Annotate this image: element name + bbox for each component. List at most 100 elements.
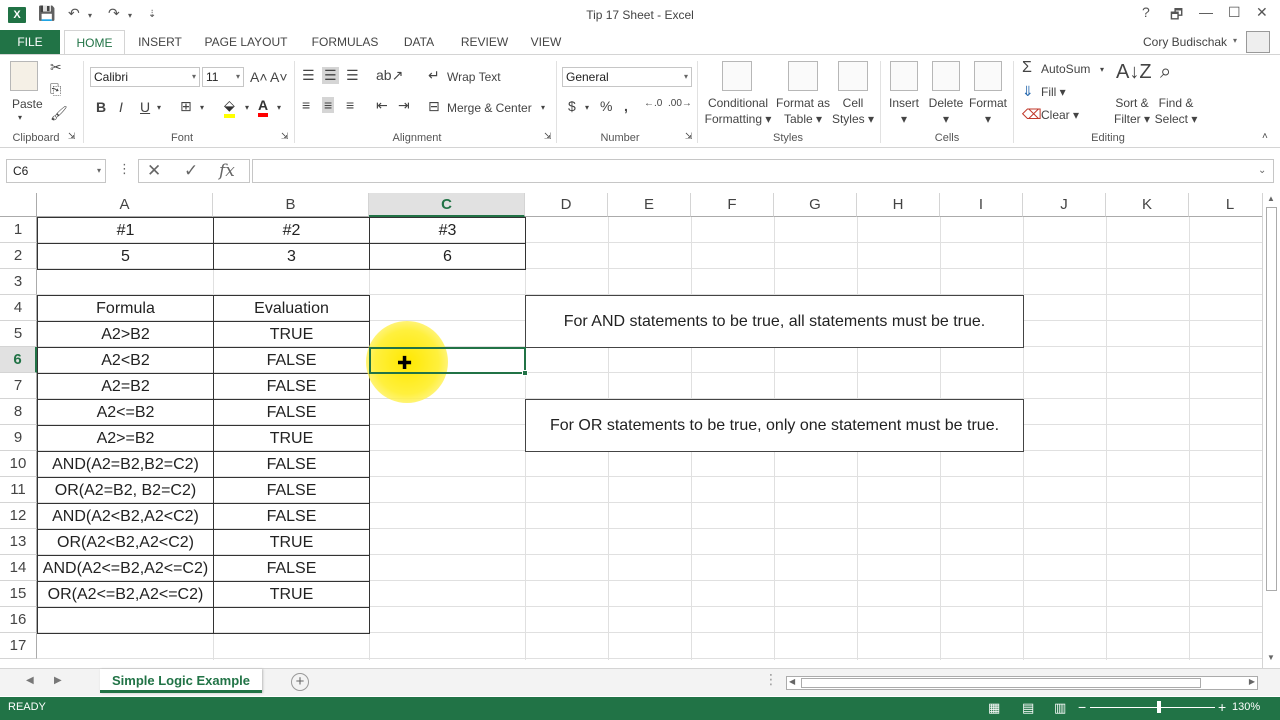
column-header[interactable]: A xyxy=(37,193,213,217)
paste-icon[interactable] xyxy=(10,61,38,91)
borders-dropdown-icon[interactable]: ▾ xyxy=(200,103,204,112)
alignment-launcher-icon[interactable]: ⇲ xyxy=(544,131,552,142)
cut-icon[interactable]: ✂ xyxy=(50,59,62,76)
eraser-icon[interactable]: ⌫ xyxy=(1022,106,1042,123)
table-row-formula[interactable]: AND(A2=B2,B2=C2) xyxy=(37,451,214,478)
autosum-icon[interactable]: Σ xyxy=(1022,59,1032,77)
sort-filter-button[interactable]: Sort & Filter ▾ xyxy=(1110,95,1154,127)
enter-icon[interactable]: ✓ xyxy=(184,161,198,181)
next-sheet-icon[interactable]: ▶ xyxy=(54,675,62,686)
formula-bar-drag-icon[interactable]: ⋮ xyxy=(118,161,131,177)
font-color-icon[interactable]: A xyxy=(258,97,269,117)
and-note-box[interactable]: For AND statements to be true, all state… xyxy=(525,295,1024,348)
row-header[interactable]: 7 xyxy=(0,373,37,399)
bottom-align-icon[interactable]: ☰ xyxy=(346,67,359,84)
fill-button[interactable]: Fill ▾ xyxy=(1041,85,1066,99)
table-row-formula[interactable]: OR(A2<B2,A2<C2) xyxy=(37,529,214,556)
middle-align-icon[interactable]: ☰ xyxy=(322,67,339,84)
column-header[interactable]: K xyxy=(1106,193,1189,217)
tab-data[interactable]: DATA xyxy=(398,30,440,54)
maximize-icon[interactable]: ☐ xyxy=(1228,4,1241,21)
row-header[interactable]: 13 xyxy=(0,529,37,555)
decrease-font-icon[interactable]: A˅ xyxy=(270,69,288,85)
column-header[interactable]: F xyxy=(691,193,774,217)
row-header[interactable]: 12 xyxy=(0,503,37,529)
zoom-in-icon[interactable]: + xyxy=(1218,699,1226,715)
insert-cells-button[interactable]: Insert ▾ xyxy=(884,95,924,127)
table-row-evaluation[interactable]: FALSE xyxy=(213,399,370,426)
cell-c2[interactable]: 6 xyxy=(369,243,526,270)
help-icon[interactable]: ? xyxy=(1142,4,1150,20)
cell-a1[interactable]: #1 xyxy=(37,217,214,244)
close-icon[interactable]: ✕ xyxy=(1256,4,1268,21)
merge-center-icon[interactable]: ⊟ xyxy=(428,98,440,115)
column-header[interactable]: L xyxy=(1189,193,1262,217)
collapse-ribbon-icon[interactable]: ˄ xyxy=(1262,131,1268,142)
number-launcher-icon[interactable]: ⇲ xyxy=(685,131,693,142)
row-header[interactable]: 3 xyxy=(0,269,37,295)
table-row-evaluation[interactable]: TRUE xyxy=(213,321,370,348)
prev-sheet-icon[interactable]: ◀ xyxy=(26,675,34,686)
minimize-icon[interactable]: — xyxy=(1199,4,1213,20)
fill-handle[interactable] xyxy=(522,370,528,376)
currency-dropdown-icon[interactable]: ▾ xyxy=(585,103,589,112)
row-header[interactable]: 4 xyxy=(0,295,37,321)
table-row-formula[interactable]: A2<B2 xyxy=(37,347,214,374)
tab-formulas[interactable]: FORMULAS xyxy=(308,30,382,54)
tab-file[interactable]: FILE xyxy=(0,30,60,54)
borders-icon[interactable]: ⊞ xyxy=(180,98,192,115)
cell-b1[interactable]: #2 xyxy=(213,217,370,244)
paste-button[interactable]: Paste xyxy=(12,97,43,111)
font-color-dropdown-icon[interactable]: ▾ xyxy=(277,103,281,112)
sort-filter-icon[interactable]: A↓Z xyxy=(1116,61,1152,84)
add-sheet-icon[interactable]: + xyxy=(291,673,309,691)
row-header[interactable]: 11 xyxy=(0,477,37,503)
avatar[interactable] xyxy=(1246,31,1270,53)
table-row-evaluation[interactable]: FALSE xyxy=(213,555,370,582)
table-row-evaluation[interactable]: FALSE xyxy=(213,347,370,374)
top-align-icon[interactable]: ☰ xyxy=(302,67,315,84)
decrease-indent-icon[interactable]: ⇤ xyxy=(376,97,388,114)
zoom-slider-knob[interactable] xyxy=(1157,701,1161,713)
name-box[interactable]: C6 ▾ xyxy=(6,159,106,183)
insert-function-icon[interactable]: fx xyxy=(219,161,235,181)
percent-icon[interactable]: % xyxy=(600,98,612,114)
align-left-icon[interactable]: ≡ xyxy=(302,97,310,113)
merge-dropdown-icon[interactable]: ▾ xyxy=(541,103,545,112)
row-header[interactable]: 2 xyxy=(0,243,37,269)
find-select-button[interactable]: Find & Select ▾ xyxy=(1152,95,1200,127)
table-row-formula[interactable]: OR(A2=B2, B2=C2) xyxy=(37,477,214,504)
scroll-right-icon[interactable]: ▶ xyxy=(1249,677,1255,686)
cell-styles-button[interactable]: Cell Styles ▾ xyxy=(828,95,878,127)
vertical-scroll-thumb[interactable] xyxy=(1266,207,1277,591)
row-header[interactable]: 17 xyxy=(0,633,37,659)
cancel-icon[interactable]: ✕ xyxy=(147,161,161,181)
column-header-selected[interactable]: C xyxy=(369,193,525,217)
format-painter-icon[interactable]: 🖌 xyxy=(50,105,68,122)
table-row-formula[interactable]: OR(A2<=B2,A2<=C2) xyxy=(37,581,214,608)
column-header[interactable]: G xyxy=(774,193,857,217)
wrap-text-icon[interactable]: ↵ xyxy=(428,67,440,84)
cell-c1[interactable]: #3 xyxy=(369,217,526,244)
row-header[interactable]: 1 xyxy=(0,217,37,243)
zoom-out-icon[interactable]: − xyxy=(1078,699,1086,715)
or-note-box[interactable]: For OR statements to be true, only one s… xyxy=(525,399,1024,452)
align-center-icon[interactable]: ≡ xyxy=(322,97,335,113)
cell-a2[interactable]: 5 xyxy=(37,243,214,270)
format-cells-button[interactable]: Format ▾ xyxy=(966,95,1010,127)
column-header[interactable]: H xyxy=(857,193,940,217)
page-layout-view-icon[interactable]: ▤ xyxy=(1022,700,1034,716)
table-row-formula[interactable]: A2>=B2 xyxy=(37,425,214,452)
table-row-evaluation[interactable]: FALSE xyxy=(213,451,370,478)
cell-styles-icon[interactable] xyxy=(838,61,868,91)
row-header[interactable]: 8 xyxy=(0,399,37,425)
row-header[interactable]: 16 xyxy=(0,607,37,633)
horizontal-scrollbar[interactable]: ◀ ▶ xyxy=(786,676,1258,690)
italic-button[interactable]: I xyxy=(119,99,123,115)
decrease-decimal-icon[interactable]: .00→ xyxy=(668,98,692,109)
table-row-evaluation[interactable]: FALSE xyxy=(213,373,370,400)
ribbon-display-icon[interactable]: 🗗 xyxy=(1170,4,1183,28)
format-as-table-icon[interactable] xyxy=(788,61,818,91)
tab-review[interactable]: REVIEW xyxy=(457,30,512,54)
user-name[interactable]: Cory Budischak xyxy=(1143,35,1227,49)
